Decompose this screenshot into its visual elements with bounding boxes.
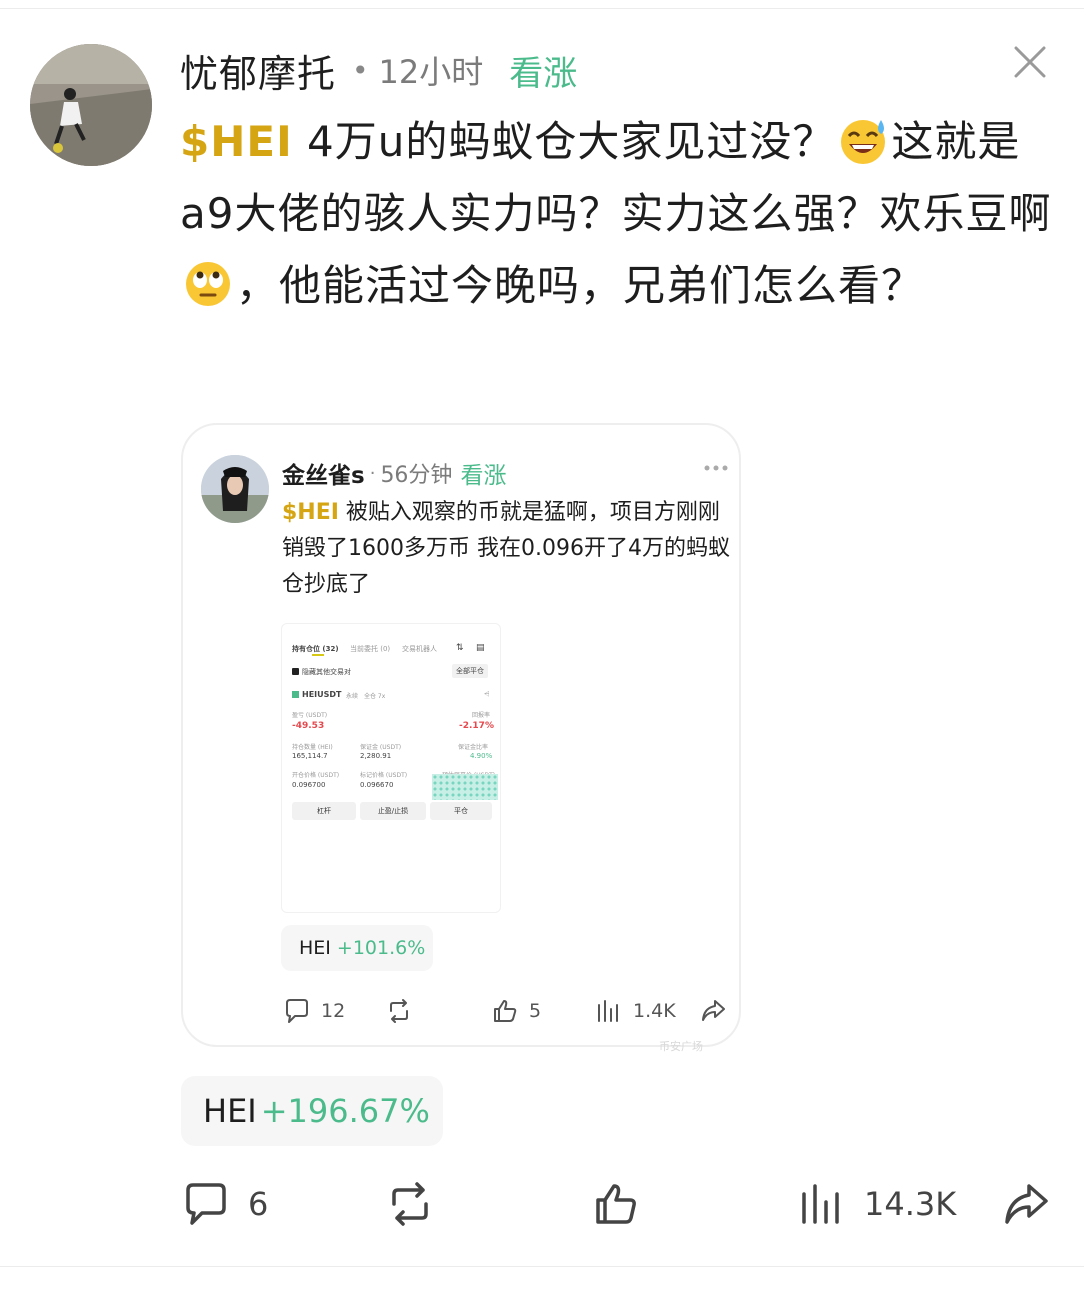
quoted-body: $HEI 被贴入观察的币就是猛啊，项目方刚刚销毁了1600多万币 我在0.096…	[282, 495, 732, 603]
size-label: 持仓数量 (HEI)	[292, 744, 333, 751]
tab-bots: 交易机器人	[402, 645, 437, 653]
like-button[interactable]	[592, 1176, 658, 1232]
comment-icon	[186, 1183, 226, 1225]
share-icon	[1005, 1184, 1048, 1224]
close-position-button: 平仓	[430, 802, 492, 820]
close-all-button: 全部平仓	[452, 664, 488, 678]
thumbs-up-icon	[596, 1184, 636, 1224]
hide-other-checkbox: 隐藏其他交易对	[292, 667, 351, 677]
more-options-icon[interactable]	[703, 463, 729, 473]
post-header: 忧郁摩托 • 12小时 看涨	[180, 44, 577, 96]
quoted-coin-change: +101.6%	[336, 937, 426, 959]
quoted-like-count: 5	[529, 1000, 542, 1022]
post-text-part3: ，他能活过今晚吗，兄弟们怎么看？	[236, 261, 925, 310]
ticker-link[interactable]: $HEI	[180, 117, 293, 166]
views: 14.3K	[798, 1176, 956, 1232]
position-screenshot[interactable]: 持有仓位 (32) 当前委托 (0) 交易机器人 ⇅ ▤ 隐藏其他交易对 全部平…	[281, 623, 501, 913]
quoted-post-card[interactable]: 金丝雀s · 56分钟 看涨 $HEI 被贴入观察的币就是猛啊，项目方刚刚销毁了…	[181, 423, 741, 1053]
comment-icon	[286, 999, 308, 1023]
tpsl-button: 止盈/止损	[360, 802, 426, 820]
roi-value: -2.17%	[459, 721, 494, 731]
bar-chart-icon	[802, 1184, 839, 1224]
quoted-share-button[interactable]	[699, 993, 737, 1029]
bottom-divider	[0, 1266, 1084, 1267]
quoted-text: 被贴入观察的币就是猛啊，项目方刚刚销毁了1600多万币 我在0.096开了4万的…	[282, 500, 730, 597]
watermark: 币安广场	[659, 1040, 703, 1053]
quoted-time: 56分钟	[380, 463, 453, 488]
pnl-label: 盈亏 (USDT)	[292, 712, 328, 719]
post-body: $HEI 4万u的蚂蚁仓大家见过没？ 这就是a9大佬的骇人实力吗？实力这么强？欢乐…	[180, 106, 1060, 322]
coin-change: +196.67%	[260, 1092, 430, 1130]
repost-button[interactable]	[386, 1176, 452, 1232]
quoted-ticker-link[interactable]: $HEI	[282, 500, 339, 525]
quoted-view-count: 1.4K	[633, 1000, 676, 1022]
liq-value-masked	[432, 774, 498, 800]
share-icon	[702, 1000, 725, 1021]
tab-positions: 持有仓位 (32)	[292, 645, 339, 653]
top-divider	[0, 8, 1084, 9]
quoted-header: 金丝雀s · 56分钟 看涨	[282, 456, 507, 490]
quoted-comment-button[interactable]: 12	[283, 993, 345, 1029]
pair-name: HEIUSDT	[292, 690, 342, 699]
share-icon: ⩤	[484, 690, 490, 698]
tab-orders: 当前委托 (0)	[350, 645, 391, 653]
comment-button[interactable]: 6	[182, 1176, 268, 1232]
sort-icon: ⇅	[456, 643, 464, 653]
quoted-like-button[interactable]: 5	[491, 993, 541, 1029]
ratio-value: 4.90%	[470, 752, 493, 760]
quoted-repost-button[interactable]	[385, 993, 423, 1029]
quoted-sentiment: 看涨	[460, 463, 507, 489]
sweat-smile-emoji-icon	[841, 120, 886, 164]
sentiment-badge: 看涨	[509, 53, 578, 94]
active-tab-underline	[312, 654, 324, 656]
post-text-part1: 4万u的蚂蚁仓大家见过没？	[292, 117, 836, 166]
leverage-button: 杠杆	[292, 802, 356, 820]
entry-label: 开仓价格 (USDT)	[292, 772, 340, 779]
coin-symbol: HEI	[203, 1092, 257, 1130]
size-value: 165,114.7	[292, 752, 328, 760]
pair-mode: 全仓 7x	[364, 693, 386, 700]
quoted-coin-symbol: HEI	[299, 937, 331, 959]
post-time: 12小时	[378, 53, 484, 91]
quoted-views: 1.4K	[595, 993, 676, 1029]
share-button[interactable]	[1002, 1176, 1068, 1232]
mark-value: 0.096670	[360, 781, 394, 789]
pnl-value: -49.53	[292, 721, 325, 731]
thumbs-up-icon	[494, 1000, 517, 1022]
separator-dot: •	[352, 53, 369, 87]
eye-roll-emoji-icon	[186, 262, 230, 306]
author-name[interactable]: 忧郁摩托	[180, 43, 336, 98]
mark-label: 标记价格 (USDT)	[360, 772, 408, 779]
action-bar: 6 14.3K	[180, 1176, 1060, 1232]
close-icon[interactable]	[1010, 42, 1050, 82]
quoted-author-name[interactable]: 金丝雀s	[282, 456, 365, 490]
quoted-action-bar: 12 5 1.4K	[283, 993, 733, 1029]
author-avatar[interactable]	[30, 44, 152, 166]
document-icon: ▤	[476, 643, 485, 653]
quoted-author-avatar[interactable]	[201, 455, 269, 523]
coin-tag[interactable]: HEI +196.67%	[181, 1076, 443, 1146]
repost-icon	[392, 1182, 428, 1226]
repost-icon	[390, 999, 408, 1023]
margin-label: 保证金 (USDT)	[360, 744, 402, 751]
view-count: 14.3K	[864, 1185, 957, 1223]
comment-count: 6	[248, 1185, 269, 1223]
pair-type: 永续	[346, 693, 359, 700]
roi-label: 回报率	[472, 712, 491, 719]
quoted-separator: ·	[369, 462, 376, 484]
quoted-comment-count: 12	[321, 1000, 346, 1022]
entry-value: 0.096700	[292, 781, 326, 789]
quoted-coin-tag[interactable]: HEI +101.6%	[281, 925, 433, 971]
ratio-label: 保证金比率	[458, 744, 489, 751]
margin-value: 2,280.91	[360, 752, 392, 760]
bar-chart-icon	[598, 1000, 618, 1022]
